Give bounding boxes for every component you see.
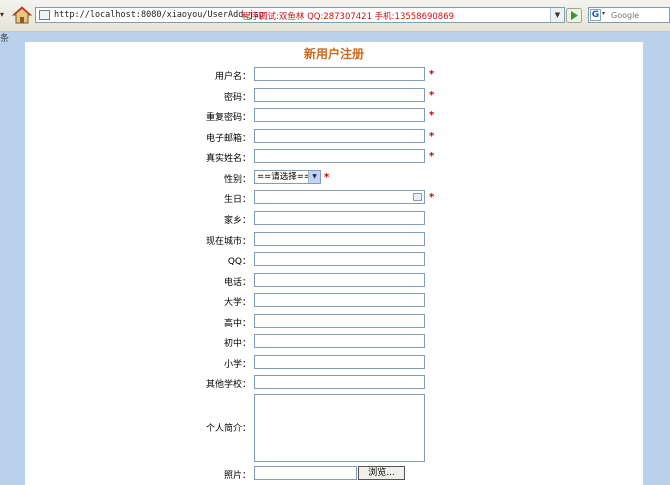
realname-label: 真实姓名：	[205, 154, 251, 164]
required-mark: *	[429, 192, 435, 203]
intro-textarea[interactable]	[254, 394, 425, 462]
form-row-city: 现在城市：	[25, 232, 643, 248]
password-label: 密码：	[223, 93, 251, 103]
form-row-username: 用户名： *	[25, 67, 643, 83]
hometown-input[interactable]	[254, 211, 425, 225]
username-input[interactable]	[254, 67, 425, 81]
form-row-gender: 性别： ==请选择== ▼ *	[25, 170, 643, 186]
form-row-hometown: 家乡：	[25, 211, 643, 227]
email-label: 电子邮箱：	[205, 134, 251, 144]
required-mark: *	[429, 69, 435, 80]
calendar-icon[interactable]	[413, 193, 422, 201]
primaryschool-input[interactable]	[254, 355, 425, 369]
required-mark: *	[429, 110, 435, 121]
password-confirm-label: 重复密码：	[205, 113, 251, 123]
form-row-otherschool: 其他学校：	[25, 375, 643, 391]
form-row-university: 大学：	[25, 293, 643, 309]
phone-input[interactable]	[254, 273, 425, 287]
otherschool-input[interactable]	[254, 375, 425, 389]
gender-label: 性别：	[223, 175, 251, 185]
password-input[interactable]	[254, 88, 425, 102]
password-confirm-input[interactable]	[254, 108, 425, 122]
required-mark: *	[429, 90, 435, 101]
highschool-label: 高中：	[223, 319, 251, 329]
address-bar[interactable]: http://localhost:8080/xiaoyou/UserAdd.js…	[35, 7, 565, 23]
birthday-input[interactable]	[254, 190, 425, 204]
form-row-realname: 真实姓名： *	[25, 149, 643, 165]
qq-input[interactable]	[254, 252, 425, 266]
intro-label: 个人简介：	[205, 424, 251, 434]
page-title: 新用户注册	[303, 47, 364, 61]
photo-label: 照片：	[223, 471, 251, 481]
form-row-photo: 照片： 浏览...	[25, 466, 643, 482]
city-input[interactable]	[254, 232, 425, 246]
form-row-email: 电子邮箱： *	[25, 129, 643, 145]
search-box[interactable]: G ▾	[588, 7, 670, 23]
toolbar-label: 条	[0, 34, 10, 44]
university-input[interactable]	[254, 293, 425, 307]
gender-select[interactable]: ==请选择== ▼	[254, 170, 321, 184]
search-engine-dropdown-icon[interactable]: ▾	[602, 10, 605, 17]
form-row-highschool: 高中：	[25, 314, 643, 330]
university-label: 大学：	[223, 298, 251, 308]
form-row-password-confirm: 重复密码： *	[25, 108, 643, 124]
middleschool-input[interactable]	[254, 334, 425, 348]
google-icon[interactable]: G	[590, 9, 601, 21]
form-row-primaryschool: 小学：	[25, 355, 643, 371]
hometown-label: 家乡：	[223, 216, 251, 226]
primaryschool-label: 小学：	[223, 360, 251, 370]
form-row-birthday: 生日： *	[25, 190, 643, 206]
highschool-input[interactable]	[254, 314, 425, 328]
go-icon[interactable]	[566, 8, 582, 23]
back-dropdown-icon[interactable]: ▾	[0, 8, 8, 22]
gender-select-value: ==请选择==	[257, 172, 311, 182]
address-dropdown-icon[interactable]: ▼	[550, 8, 564, 22]
form-row-qq: QQ：	[25, 252, 643, 268]
browse-button[interactable]: 浏览...	[358, 466, 405, 480]
required-mark: *	[429, 131, 435, 142]
middleschool-label: 初中：	[223, 339, 251, 349]
otherschool-label: 其他学校：	[205, 380, 251, 390]
page-icon	[39, 10, 50, 20]
email-input[interactable]	[254, 129, 425, 143]
chevron-down-icon[interactable]: ▼	[308, 171, 320, 183]
city-label: 现在城市：	[205, 237, 251, 247]
required-mark: *	[324, 172, 330, 183]
birthday-label: 生日：	[223, 195, 251, 205]
qq-label: QQ：	[227, 257, 251, 267]
form-row-intro: 个人简介：	[25, 394, 643, 464]
form-row-phone: 电话：	[25, 273, 643, 289]
form-row-middleschool: 初中：	[25, 334, 643, 350]
required-mark: *	[429, 151, 435, 162]
username-label: 用户名：	[214, 72, 251, 82]
url-text: http://localhost:8080/xiaoyou/UserAdd.js…	[54, 10, 264, 20]
debug-info-text: 程序调试:双鱼林 QQ:287307421 手机:13558690869	[242, 12, 455, 22]
search-input[interactable]	[611, 8, 669, 22]
home-icon[interactable]	[12, 5, 32, 25]
realname-input[interactable]	[254, 149, 425, 163]
photo-file-input[interactable]	[254, 466, 357, 480]
phone-label: 电话：	[223, 278, 251, 288]
page-content: 新用户注册 用户名： * 密码： * 重复密码： * 电子邮箱： * 真实姓名：…	[25, 42, 643, 485]
form-row-password: 密码： *	[25, 88, 643, 104]
browser-toolbar: ▾ http://localhost:8080/xiaoyou/UserAdd.…	[0, 0, 670, 32]
